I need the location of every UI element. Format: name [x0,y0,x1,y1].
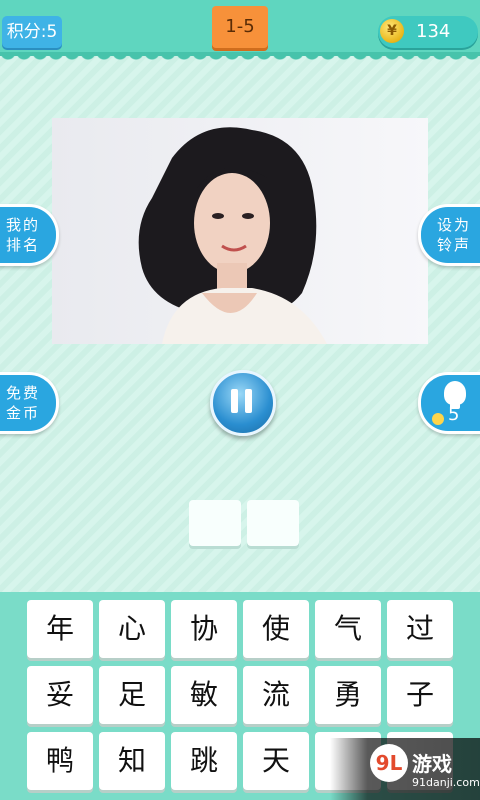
top-bar: 积分:5 1-5 ¥ 134 [0,0,480,62]
hint-button[interactable]: 5 [418,372,480,434]
my-ranking-label: 我的排名 [5,216,40,254]
level-indicator: 1-5 [212,6,268,48]
answer-slot-2[interactable] [247,500,299,546]
pause-icon-bar-left [231,389,238,413]
watermark-name: 游戏 [412,752,452,776]
char-key[interactable]: 心 [99,600,165,658]
watermark-logo: 9L [370,744,408,782]
char-key[interactable]: 天 [243,732,309,790]
hint-content: 5 [424,375,480,431]
question-photo [52,118,428,344]
free-coins-button[interactable]: 免费金币 [0,372,59,434]
score-badge: 积分:5 [2,16,62,48]
coin-icon: ¥ [380,19,404,43]
char-key[interactable]: 鸭 [27,732,93,790]
coin-dot-icon [432,413,444,425]
pause-button[interactable] [210,370,276,436]
char-key[interactable]: 过 [387,600,453,658]
char-key[interactable]: 使 [243,600,309,658]
pause-icon-bar-right [245,389,252,413]
set-ringtone-label: 设为铃声 [436,216,471,254]
answer-slot-1[interactable] [189,500,241,546]
site-watermark: 9L 游戏 91danji.com [330,738,480,800]
coin-count: 134 [416,21,451,42]
char-key[interactable]: 足 [99,666,165,724]
free-coins-label: 免费金币 [5,384,40,422]
char-key[interactable]: 子 [387,666,453,724]
char-key[interactable]: 勇 [315,666,381,724]
lightbulb-icon [444,381,466,409]
char-key[interactable]: 年 [27,600,93,658]
set-ringtone-button[interactable]: 设为铃声 [418,204,480,266]
char-key[interactable]: 跳 [171,732,237,790]
char-key[interactable]: 妥 [27,666,93,724]
my-ranking-button[interactable]: 我的排名 [0,204,59,266]
char-key[interactable]: 敏 [171,666,237,724]
char-key[interactable]: 流 [243,666,309,724]
watermark-url: 91danji.com [412,776,480,789]
char-key[interactable]: 知 [99,732,165,790]
coin-balance[interactable]: ¥ 134 [378,16,478,48]
hint-cost: 5 [448,404,460,425]
char-key[interactable]: 协 [171,600,237,658]
char-key[interactable]: 气 [315,600,381,658]
